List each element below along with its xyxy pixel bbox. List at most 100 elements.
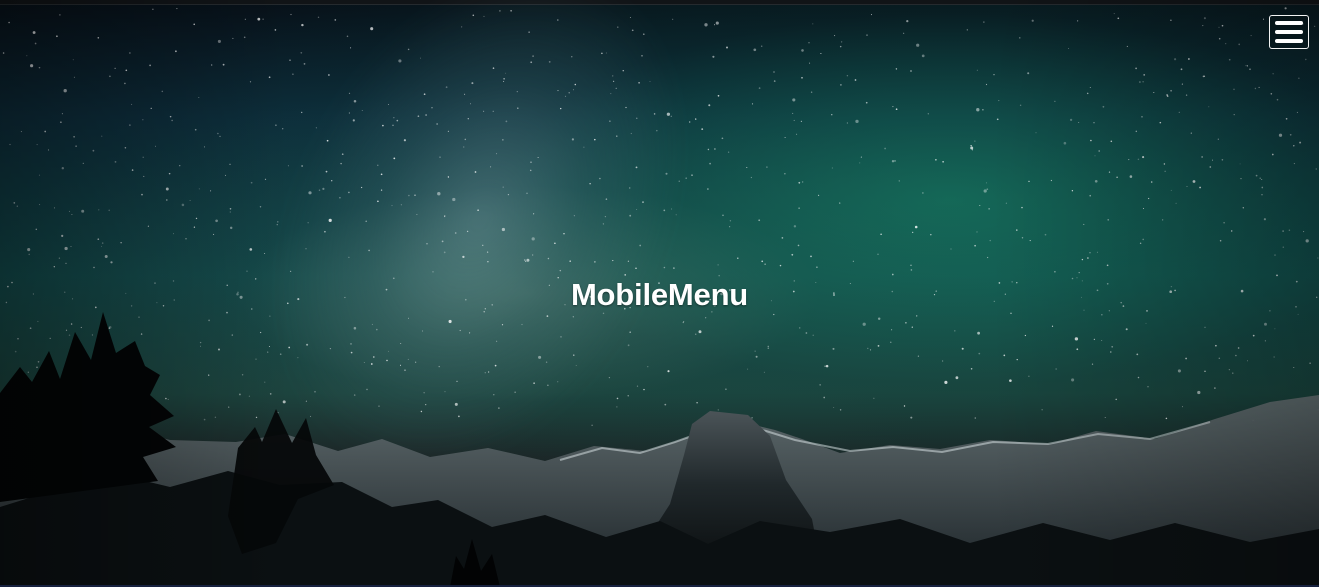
star-dot bbox=[368, 249, 370, 252]
star-dot bbox=[143, 175, 145, 177]
star-dot bbox=[1031, 19, 1034, 22]
star-dot bbox=[361, 109, 363, 112]
star-dot bbox=[282, 128, 284, 130]
star-dot bbox=[396, 119, 399, 122]
hamburger-menu-button[interactable] bbox=[1269, 15, 1309, 49]
star-dot bbox=[483, 15, 485, 17]
star-dot bbox=[996, 118, 999, 121]
star-dot bbox=[462, 255, 465, 259]
star-dot bbox=[672, 18, 674, 20]
star-dot bbox=[426, 243, 428, 245]
star-dot bbox=[61, 113, 63, 115]
star-dot bbox=[277, 221, 279, 223]
star-dot bbox=[477, 209, 479, 211]
star-dot bbox=[9, 143, 11, 146]
star-dot bbox=[264, 178, 267, 180]
star-dot bbox=[884, 147, 886, 150]
star-dot bbox=[1212, 159, 1213, 161]
star-dot bbox=[950, 248, 952, 250]
star-dot bbox=[605, 52, 607, 54]
star-dot bbox=[496, 153, 498, 155]
star-dot bbox=[1315, 168, 1317, 170]
star-dot bbox=[419, 57, 422, 59]
star-dot bbox=[753, 48, 757, 52]
star-dot bbox=[717, 264, 719, 266]
star-dot bbox=[1233, 113, 1235, 116]
star-dot bbox=[533, 213, 535, 215]
star-dot bbox=[437, 192, 441, 196]
star-dot bbox=[1016, 229, 1018, 231]
star-dot bbox=[979, 204, 981, 207]
star-dot bbox=[568, 92, 570, 94]
star-dot bbox=[812, 23, 814, 25]
star-dot bbox=[268, 76, 271, 79]
star-dot bbox=[1274, 254, 1276, 256]
star-dot bbox=[198, 188, 200, 190]
star-dot bbox=[232, 37, 234, 39]
star-dot bbox=[612, 80, 615, 82]
star-dot bbox=[346, 35, 349, 38]
star-dot bbox=[75, 145, 77, 147]
star-dot bbox=[215, 219, 218, 223]
star-dot bbox=[1209, 166, 1212, 168]
star-dot bbox=[983, 189, 987, 193]
star-dot bbox=[150, 107, 152, 110]
star-dot bbox=[708, 104, 711, 107]
star-dot bbox=[246, 270, 248, 272]
star-dot bbox=[219, 135, 221, 138]
star-dot bbox=[982, 108, 984, 111]
star-dot bbox=[289, 59, 291, 61]
star-dot bbox=[709, 162, 711, 165]
star-dot bbox=[1005, 202, 1008, 204]
star-dot bbox=[1137, 158, 1140, 161]
star-dot bbox=[328, 74, 330, 76]
star-dot bbox=[1102, 105, 1105, 108]
star-dot bbox=[970, 145, 972, 147]
star-dot bbox=[328, 218, 332, 222]
star-dot bbox=[348, 256, 350, 258]
star-dot bbox=[834, 35, 836, 37]
star-dot bbox=[1303, 231, 1305, 233]
star-dot bbox=[1142, 207, 1145, 210]
star-dot bbox=[444, 215, 446, 217]
star-dot bbox=[34, 42, 37, 45]
star-dot bbox=[1317, 257, 1319, 259]
star-dot bbox=[464, 138, 467, 141]
star-dot bbox=[403, 139, 406, 142]
star-dot bbox=[986, 188, 989, 191]
star-dot bbox=[1258, 86, 1260, 88]
star-dot bbox=[1090, 139, 1092, 142]
star-dot bbox=[1186, 185, 1188, 188]
star-dot bbox=[423, 93, 426, 96]
star-dot bbox=[840, 84, 842, 86]
star-dot bbox=[627, 260, 630, 262]
star-dot bbox=[922, 192, 924, 194]
star-dot bbox=[859, 162, 861, 164]
star-dot bbox=[1233, 88, 1235, 91]
star-dot bbox=[30, 64, 34, 68]
star-dot bbox=[671, 208, 673, 210]
star-dot bbox=[407, 48, 410, 51]
star-dot bbox=[393, 157, 396, 160]
star-dot bbox=[1089, 194, 1091, 197]
star-dot bbox=[360, 186, 363, 189]
star-dot bbox=[1110, 140, 1113, 143]
star-dot bbox=[1261, 178, 1263, 181]
star-dot bbox=[571, 138, 575, 141]
star-dot bbox=[1181, 83, 1183, 85]
star-dot bbox=[1230, 230, 1233, 232]
star-dot bbox=[831, 114, 833, 116]
star-dot bbox=[935, 158, 937, 161]
star-dot bbox=[436, 123, 438, 125]
star-dot bbox=[594, 261, 596, 263]
star-dot bbox=[529, 169, 532, 172]
star-dot bbox=[39, 204, 41, 206]
star-dot bbox=[773, 80, 776, 82]
star-dot bbox=[916, 43, 920, 47]
star-dot bbox=[1249, 68, 1251, 71]
star-dot bbox=[729, 220, 732, 222]
star-dot bbox=[1094, 155, 1096, 157]
star-dot bbox=[631, 29, 634, 32]
star-dot bbox=[301, 23, 304, 27]
star-dot bbox=[109, 75, 111, 78]
